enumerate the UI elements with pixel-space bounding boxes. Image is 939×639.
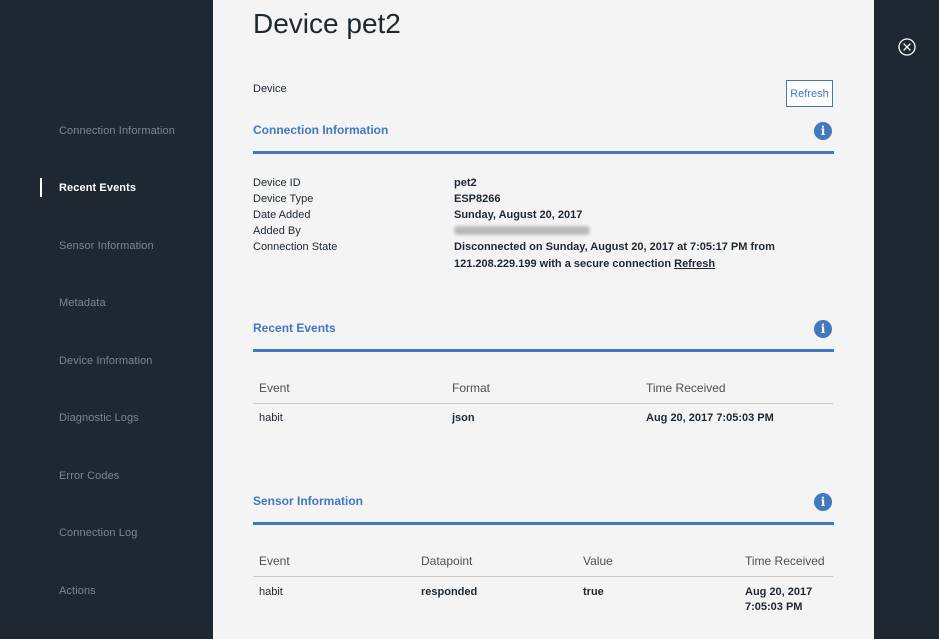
sidebar-item-actions[interactable]: Actions xyxy=(59,585,96,597)
page-subtitle: Device xyxy=(253,83,287,95)
column-header-datapoint: Datapoint xyxy=(421,554,473,568)
recent-events-heading: Recent Events xyxy=(253,321,336,335)
device-id-label: Device ID xyxy=(253,177,301,189)
sidebar-item-error-codes[interactable]: Error Codes xyxy=(59,470,119,482)
sidebar: Connection Information Recent Events Sen… xyxy=(0,0,213,639)
sidebar-item-diagnostic-logs[interactable]: Diagnostic Logs xyxy=(59,412,139,424)
device-type-value: ESP8266 xyxy=(454,193,501,205)
connection-state-detail: 121.208.229.199 with a secure connection… xyxy=(454,258,715,270)
column-header-time-received: Time Received xyxy=(646,381,726,395)
page-title: Device pet2 xyxy=(253,8,401,39)
connection-state-label: Connection State xyxy=(253,241,338,253)
table-cell-datapoint: responded xyxy=(421,586,478,598)
column-header-event: Event xyxy=(259,381,290,395)
section-divider xyxy=(253,522,834,525)
connection-state-value: Disconnected on Sunday, August 20, 2017 … xyxy=(454,241,775,253)
column-header-format: Format xyxy=(452,381,491,395)
added-by-redacted-value xyxy=(454,226,590,235)
table-cell-time-received: Aug 20, 2017 7:05:03 PM xyxy=(646,412,774,424)
section-divider xyxy=(253,349,834,352)
info-icon[interactable]: i xyxy=(814,320,832,338)
sidebar-item-connection-information[interactable]: Connection Information xyxy=(59,125,175,137)
info-icon[interactable]: i xyxy=(814,122,832,140)
sidebar-item-connection-log[interactable]: Connection Log xyxy=(59,527,137,539)
added-by-label: Added By xyxy=(253,225,301,237)
table-cell-value: true xyxy=(583,586,604,598)
table-cell-format: json xyxy=(452,412,475,424)
sidebar-item-metadata[interactable]: Metadata xyxy=(59,297,106,309)
connection-information-heading: Connection Information xyxy=(253,123,389,137)
modal-backdrop xyxy=(874,0,939,639)
date-added-label: Date Added xyxy=(253,209,311,221)
table-header-divider xyxy=(253,576,833,577)
sensor-information-heading: Sensor Information xyxy=(253,494,364,508)
sidebar-item-device-information[interactable]: Device Information xyxy=(59,355,153,367)
column-header-value: Value xyxy=(583,554,613,568)
table-cell-event: habit xyxy=(259,586,283,598)
table-cell-time-received-time: 7:05:03 PM xyxy=(745,601,803,613)
sidebar-item-sensor-information[interactable]: Sensor Information xyxy=(59,240,154,252)
table-cell-event: habit xyxy=(259,412,283,424)
column-header-event: Event xyxy=(259,554,290,568)
info-icon[interactable]: i xyxy=(814,493,832,511)
connection-refresh-link[interactable]: Refresh xyxy=(674,258,715,270)
device-id-value: pet2 xyxy=(454,177,477,189)
column-header-time-received: Time Received xyxy=(745,554,825,568)
sidebar-item-recent-events[interactable]: Recent Events xyxy=(59,182,136,194)
active-nav-indicator xyxy=(40,178,42,197)
connection-state-ip: 121.208.229.199 with a secure connection xyxy=(454,258,672,270)
table-cell-time-received-date: Aug 20, 2017 xyxy=(745,586,813,598)
section-divider xyxy=(253,151,834,154)
device-details-panel: Device pet2 Device Refresh Connection In… xyxy=(213,0,874,639)
close-icon[interactable] xyxy=(898,38,916,56)
table-header-divider xyxy=(253,403,833,404)
refresh-button[interactable]: Refresh xyxy=(786,80,833,107)
date-added-value: Sunday, August 20, 2017 xyxy=(454,209,583,221)
device-type-label: Device Type xyxy=(253,193,314,205)
